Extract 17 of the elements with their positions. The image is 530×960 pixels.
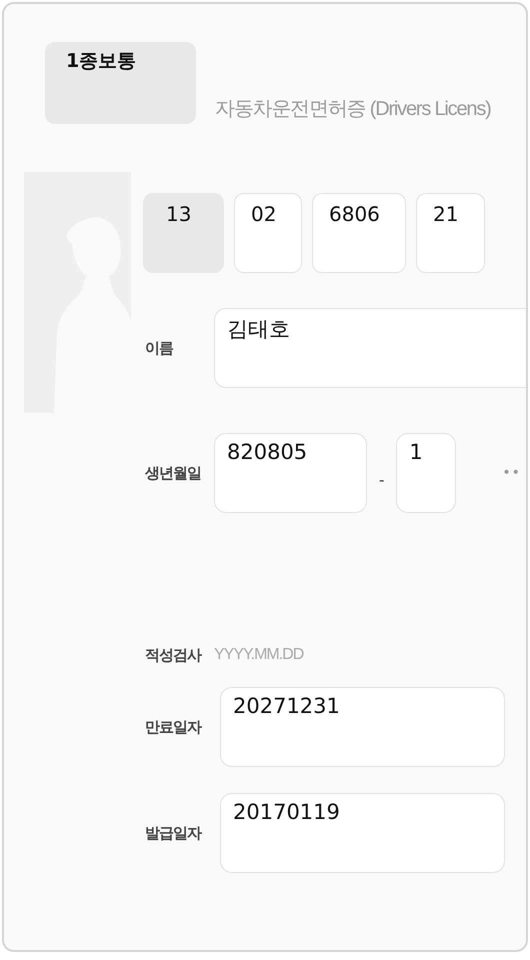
field-label: 만료일자 xyxy=(144,718,202,736)
input-field[interactable]: 김태호 xyxy=(214,308,526,388)
card-title: 자동차운전면허증 (Drivers Licens) xyxy=(215,97,491,122)
license-number-field[interactable]: 21 xyxy=(416,193,485,273)
input-field[interactable]: 1 xyxy=(396,433,456,513)
input-field[interactable]: 20271231 xyxy=(220,687,505,767)
field-label: 적성검사 xyxy=(144,646,202,664)
input-field[interactable]: 820805 xyxy=(214,433,367,513)
license-number-field[interactable]: 02 xyxy=(234,193,302,273)
license-type-field[interactable]: 1종보통 xyxy=(45,42,196,124)
separator-text: - xyxy=(379,471,384,489)
field-label: 생년월일 xyxy=(144,464,202,482)
field-label: 이름 xyxy=(144,338,174,358)
license-number-field[interactable]: 6806 xyxy=(312,193,406,273)
field-label: 발급일자 xyxy=(144,824,202,842)
masked-digits: •• xyxy=(502,465,521,481)
input-field[interactable]: 20170119 xyxy=(220,793,505,873)
